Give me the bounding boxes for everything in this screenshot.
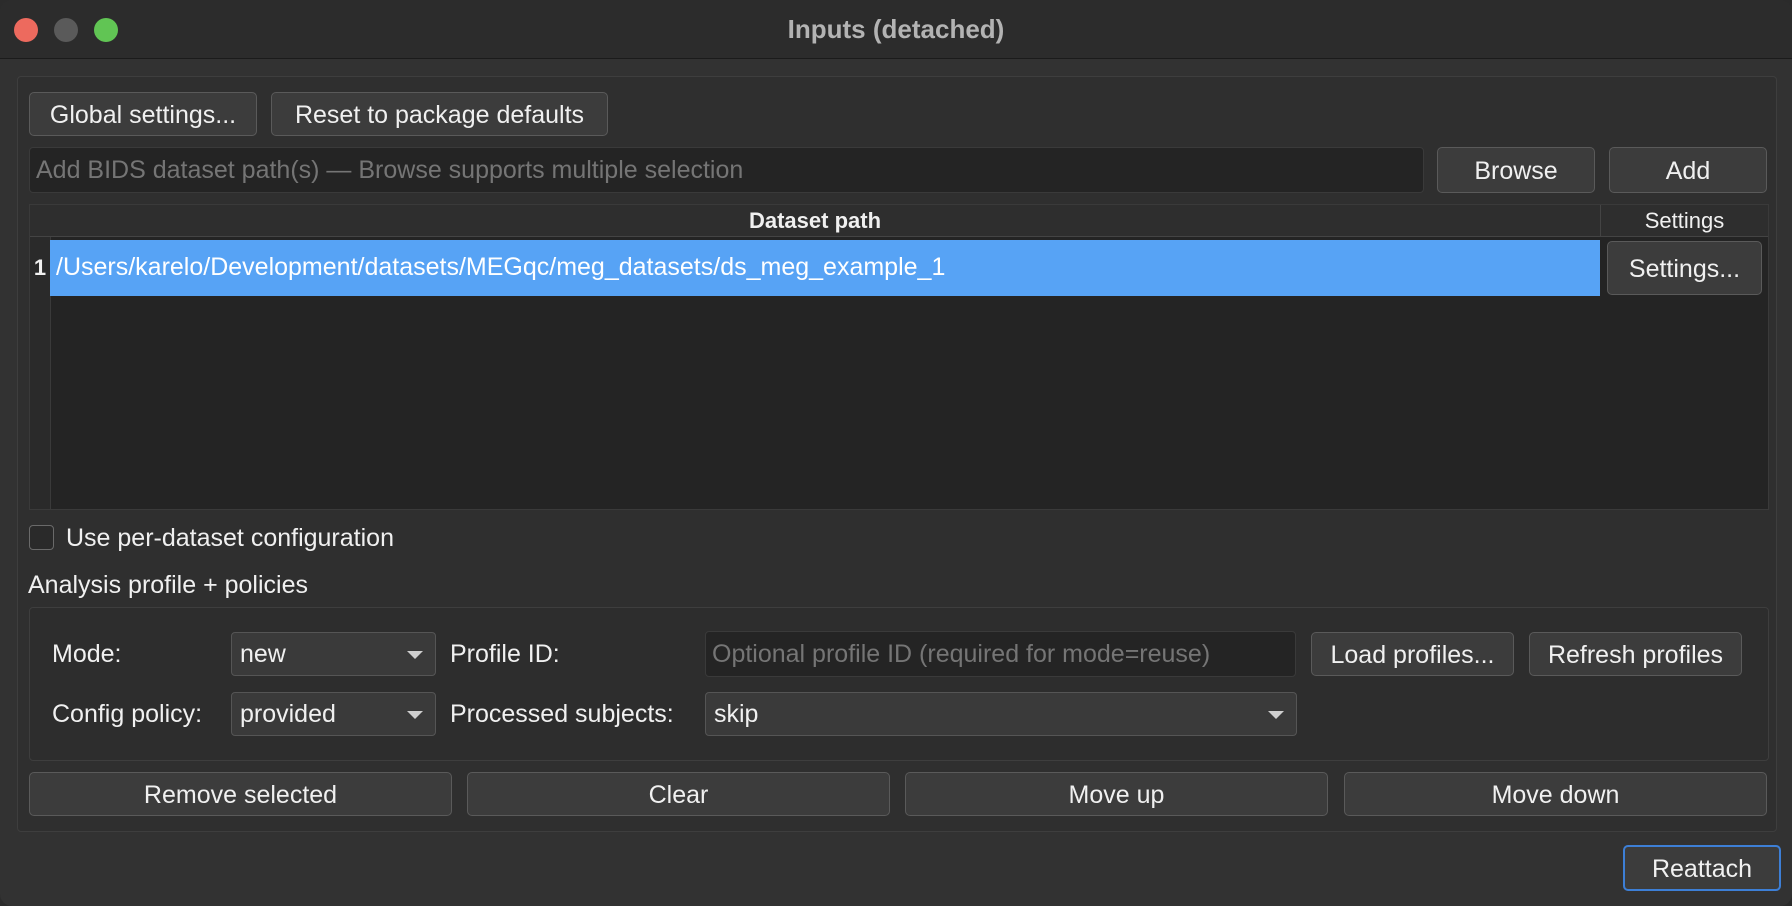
load-profiles-button[interactable]: Load profiles... — [1311, 632, 1514, 676]
chevron-down-icon — [407, 651, 423, 659]
inputs-window: Inputs (detached) Global settings... Res… — [0, 0, 1792, 906]
remove-selected-button[interactable]: Remove selected — [29, 772, 452, 816]
per-dataset-label[interactable]: Use per-dataset configuration — [66, 524, 394, 553]
browse-button[interactable]: Browse — [1437, 147, 1595, 193]
add-button[interactable]: Add — [1609, 147, 1767, 193]
profile-id-label: Profile ID: — [450, 640, 560, 668]
move-up-button[interactable]: Move up — [905, 772, 1328, 816]
config-policy-label: Config policy: — [52, 700, 203, 728]
chevron-down-icon — [407, 711, 423, 719]
reset-defaults-button[interactable]: Reset to package defaults — [271, 92, 608, 136]
title-bar: Inputs (detached) — [0, 0, 1792, 59]
column-header-settings[interactable]: Settings — [1601, 205, 1768, 237]
row-number[interactable]: 1 — [30, 240, 50, 296]
dataset-path-input[interactable] — [29, 147, 1424, 193]
global-settings-button[interactable]: Global settings... — [29, 92, 257, 136]
processed-subjects-select[interactable]: skip — [705, 692, 1297, 736]
dataset-path-cell: /Users/karelo/Development/datasets/MEGqc… — [56, 253, 946, 281]
table-row[interactable]: /Users/karelo/Development/datasets/MEGqc… — [50, 240, 1600, 296]
refresh-profiles-button[interactable]: Refresh profiles — [1529, 632, 1742, 676]
mode-value: new — [240, 640, 286, 668]
profile-id-input[interactable] — [705, 631, 1296, 677]
mode-select[interactable]: new — [231, 632, 436, 676]
config-policy-value: provided — [240, 700, 336, 728]
column-header-dataset-path[interactable]: Dataset path — [30, 205, 1601, 237]
reattach-button[interactable]: Reattach — [1623, 845, 1781, 891]
mode-label: Mode: — [52, 640, 122, 668]
dataset-table: Dataset path Settings 1 /Users/karelo/De… — [29, 204, 1769, 510]
config-policy-select[interactable]: provided — [231, 692, 436, 736]
clear-button[interactable]: Clear — [467, 772, 890, 816]
per-dataset-checkbox[interactable] — [29, 525, 54, 550]
processed-subjects-label: Processed subjects: — [450, 700, 674, 728]
chevron-down-icon — [1268, 711, 1284, 719]
move-down-button[interactable]: Move down — [1344, 772, 1767, 816]
row-settings-button[interactable]: Settings... — [1607, 241, 1762, 295]
processed-subjects-value: skip — [714, 700, 759, 728]
analysis-section-title: Analysis profile + policies — [28, 571, 308, 599]
window-title: Inputs (detached) — [787, 14, 1005, 44]
